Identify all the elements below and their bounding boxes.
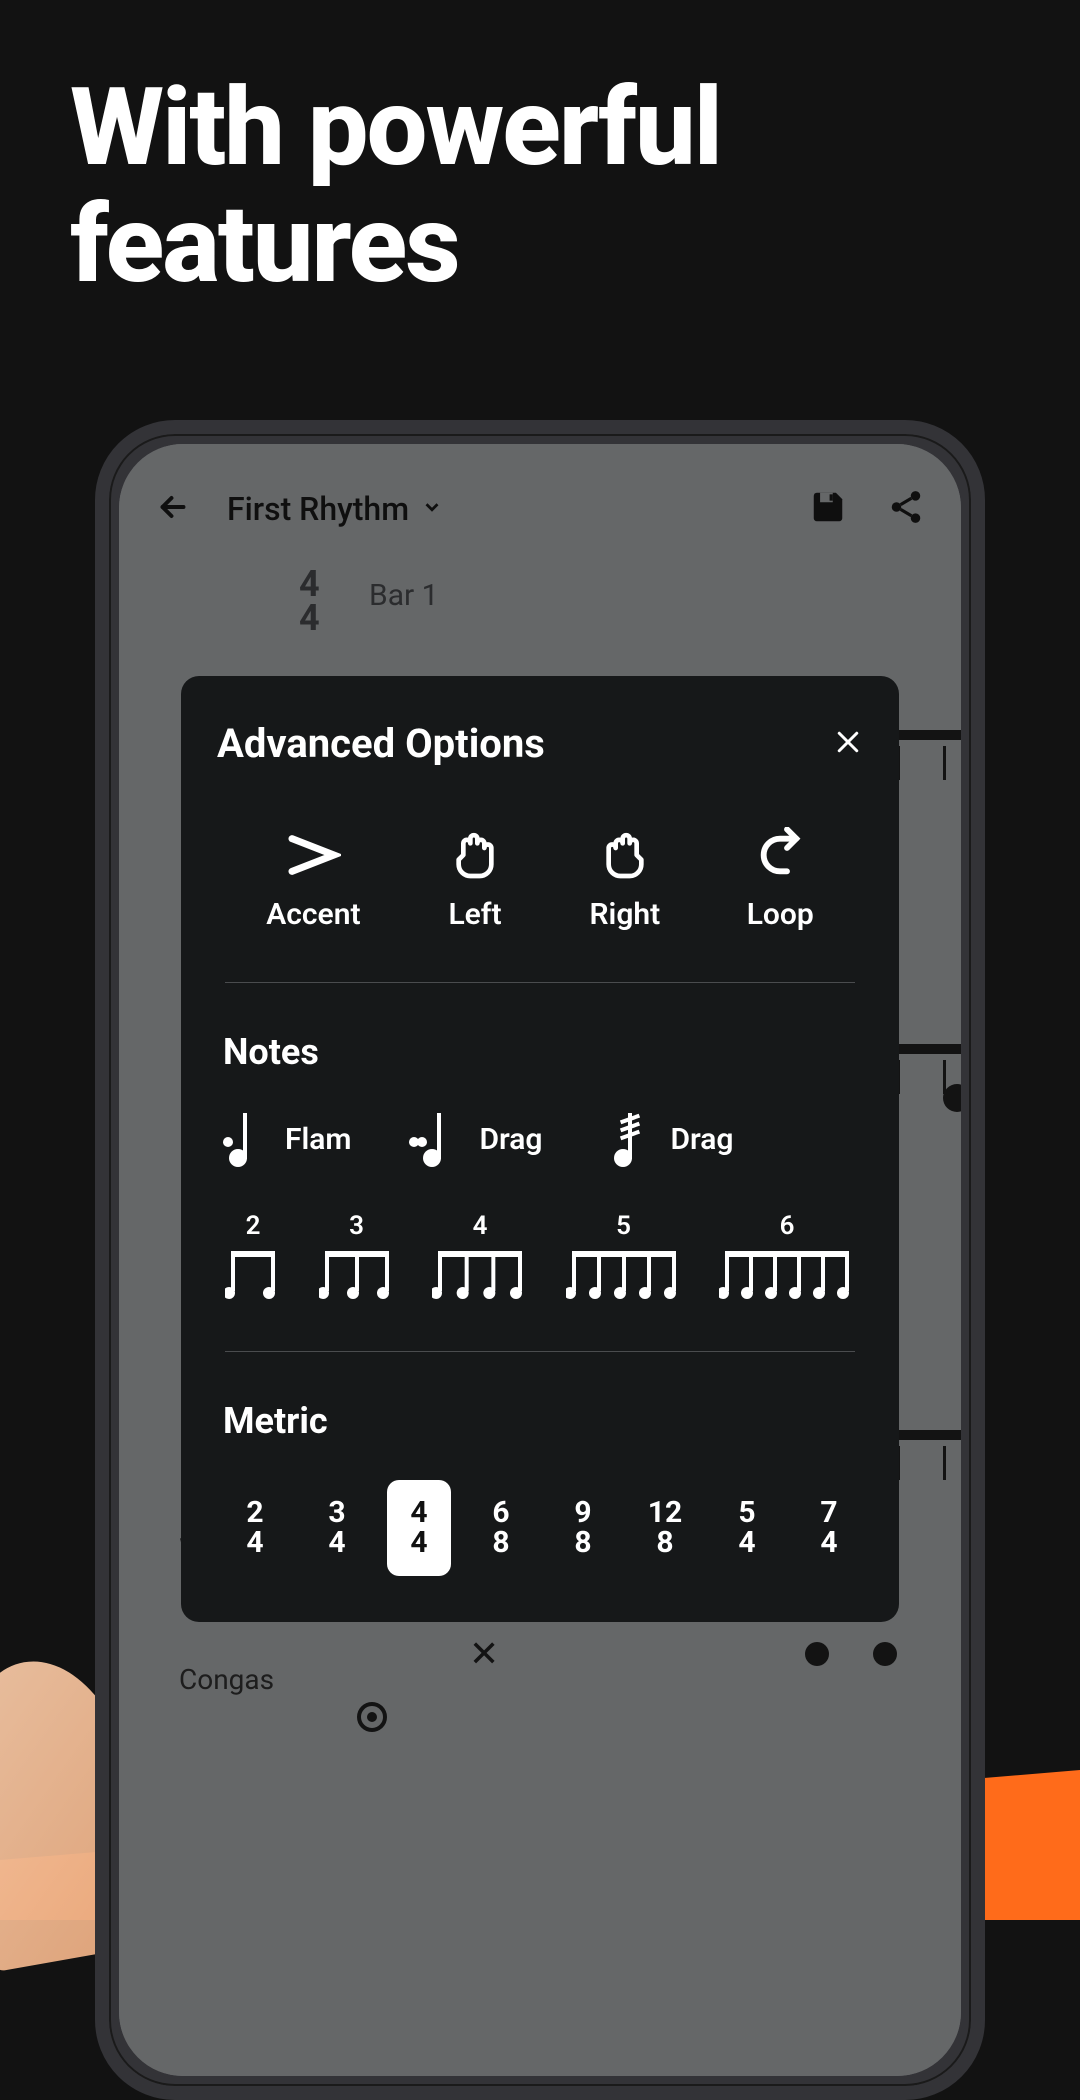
metric-7-4[interactable]: 74 — [797, 1480, 861, 1576]
note-types-row: Flam Drag Drag — [217, 1111, 863, 1167]
subdivision-number: 5 — [616, 1211, 631, 1241]
drag1-label: Drag — [479, 1122, 542, 1157]
subdivision-number: 6 — [780, 1211, 795, 1241]
accent-button[interactable]: Accent — [266, 827, 360, 932]
metric-top: 4 — [410, 1498, 427, 1528]
subdivision-4[interactable]: 4 — [432, 1211, 528, 1301]
note-drag-1[interactable]: Drag — [423, 1111, 542, 1167]
note-flam[interactable]: Flam — [229, 1111, 351, 1167]
beamed-notes-icon — [225, 1249, 281, 1301]
hand-right-icon — [597, 827, 653, 883]
subdivision-3[interactable]: 3 — [319, 1211, 395, 1301]
modal-title: Advanced Options — [217, 720, 545, 767]
metric-5-4[interactable]: 54 — [715, 1480, 779, 1576]
flam-icon — [229, 1111, 265, 1167]
drag-icon — [423, 1111, 459, 1167]
hand-left-icon — [447, 827, 503, 883]
accent-label: Accent — [266, 897, 360, 932]
advanced-options-modal: Advanced Options Accent Left — [181, 676, 899, 1622]
hero-line-1: With powerful — [70, 70, 721, 187]
subdivision-row: 2 3 4 5 6 — [217, 1211, 863, 1301]
metric-12-8[interactable]: 128 — [633, 1480, 697, 1576]
metric-section-title: Metric — [217, 1400, 863, 1442]
metric-2-4[interactable]: 24 — [223, 1480, 287, 1576]
drag-roll-icon — [614, 1111, 650, 1167]
close-icon[interactable] — [833, 727, 863, 761]
metric-bottom: 4 — [246, 1528, 263, 1558]
metric-bottom: 8 — [492, 1528, 509, 1558]
metric-bottom: 4 — [820, 1528, 837, 1558]
drag2-label: Drag — [670, 1122, 733, 1157]
metric-top: 7 — [820, 1498, 837, 1528]
phone-frame: First Rhythm 4 4 Bar 1 — [95, 420, 985, 2100]
metric-top: 3 — [328, 1498, 345, 1528]
metric-bottom: 4 — [738, 1528, 755, 1558]
metric-bottom: 4 — [328, 1528, 345, 1558]
note-drag-2[interactable]: Drag — [614, 1111, 733, 1167]
metric-top: 5 — [738, 1498, 755, 1528]
loop-icon — [752, 827, 808, 883]
metric-4-4[interactable]: 44 — [387, 1480, 451, 1576]
metric-top: 9 — [574, 1498, 591, 1528]
metric-top: 6 — [492, 1498, 509, 1528]
beamed-notes-icon — [319, 1249, 395, 1301]
notes-section-title: Notes — [217, 1031, 863, 1073]
subdivision-6[interactable]: 6 — [719, 1211, 855, 1301]
right-hand-button[interactable]: Right — [589, 827, 660, 932]
left-hand-button[interactable]: Left — [447, 827, 503, 932]
metric-top: 12 — [648, 1498, 682, 1528]
metric-bottom: 8 — [574, 1528, 591, 1558]
flam-label: Flam — [285, 1122, 351, 1157]
action-row: Accent Left Right — [217, 827, 863, 982]
subdivision-number: 4 — [473, 1211, 488, 1241]
subdivision-number: 2 — [246, 1211, 261, 1241]
divider — [225, 1351, 855, 1352]
metric-row: 24344468981285474 — [217, 1480, 863, 1576]
subdivision-2[interactable]: 2 — [225, 1211, 281, 1301]
metric-6-8[interactable]: 68 — [469, 1480, 533, 1576]
divider — [225, 982, 855, 983]
accent-icon — [285, 827, 341, 883]
subdivision-number: 3 — [349, 1211, 364, 1241]
beamed-notes-icon — [432, 1249, 528, 1301]
beamed-notes-icon — [566, 1249, 682, 1301]
subdivision-5[interactable]: 5 — [566, 1211, 682, 1301]
beamed-notes-icon — [719, 1249, 855, 1301]
phone-screen: First Rhythm 4 4 Bar 1 — [119, 444, 961, 2076]
metric-3-4[interactable]: 34 — [305, 1480, 369, 1576]
right-label: Right — [589, 897, 660, 932]
hero-title: With powerful features — [70, 70, 721, 303]
loop-label: Loop — [747, 897, 814, 932]
metric-bottom: 4 — [410, 1528, 427, 1558]
hero-line-2: features — [70, 187, 721, 304]
left-label: Left — [448, 897, 501, 932]
metric-9-8[interactable]: 98 — [551, 1480, 615, 1576]
metric-bottom: 8 — [656, 1528, 673, 1558]
metric-top: 2 — [246, 1498, 263, 1528]
loop-button[interactable]: Loop — [747, 827, 814, 932]
